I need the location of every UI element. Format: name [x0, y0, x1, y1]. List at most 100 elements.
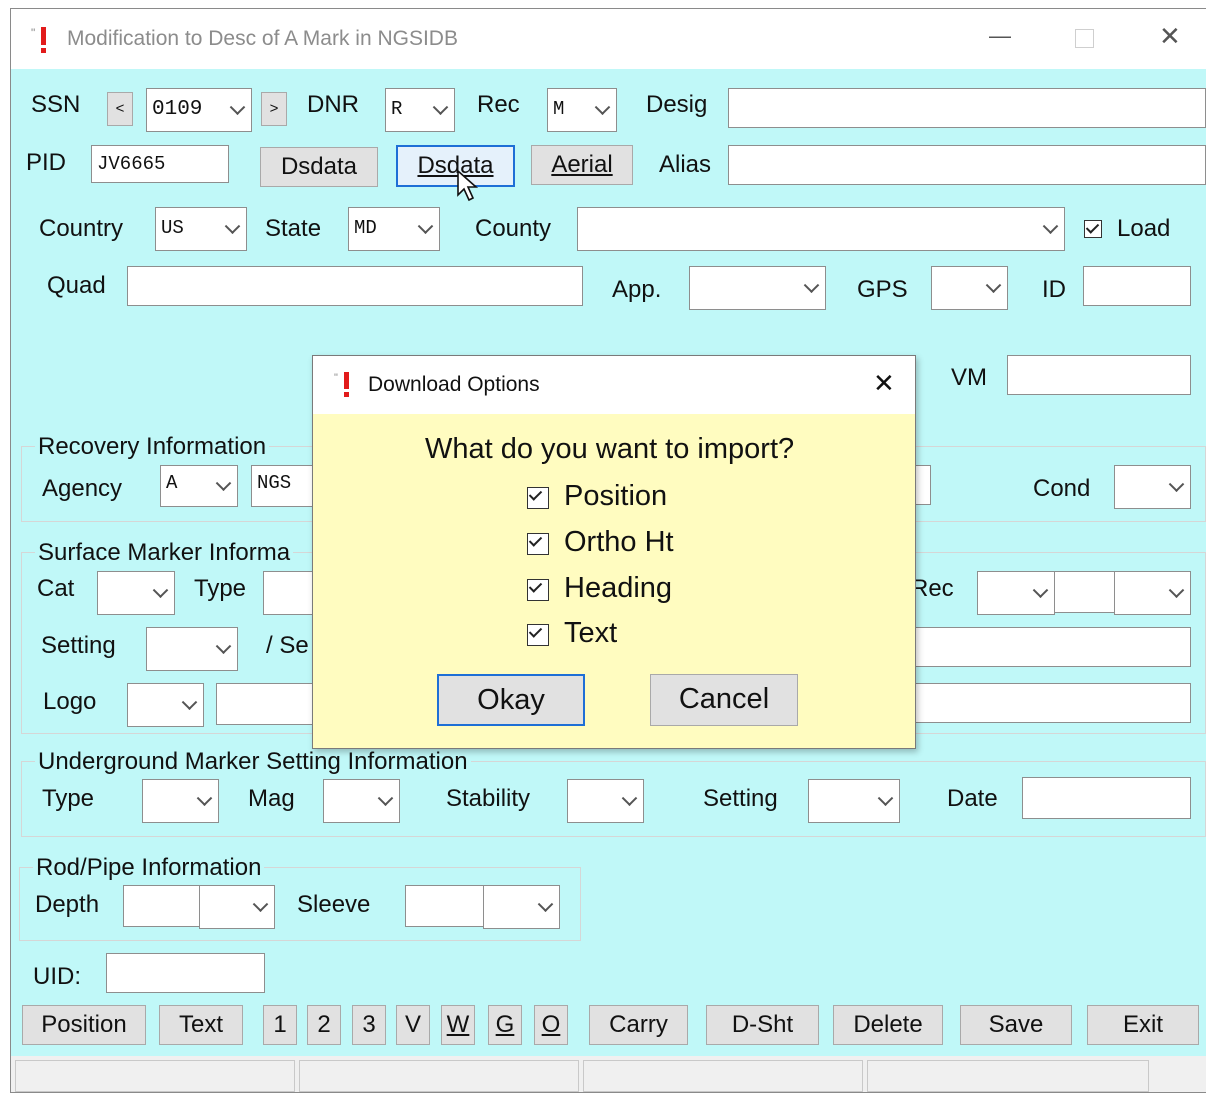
- button-g[interactable]: G: [488, 1005, 522, 1045]
- date-field[interactable]: [1022, 777, 1191, 819]
- ortho-ht-option-label: Ortho Ht: [564, 526, 674, 558]
- setting-select[interactable]: [146, 627, 238, 671]
- maximize-button[interactable]: [1075, 29, 1094, 48]
- vm-field[interactable]: [1007, 355, 1191, 395]
- app-icon: ": [31, 26, 46, 53]
- mag-select[interactable]: [323, 779, 400, 823]
- button-v[interactable]: V: [396, 1005, 430, 1045]
- svg-text:": ": [31, 26, 35, 40]
- cat-select[interactable]: [97, 571, 175, 615]
- quad-label: Quad: [47, 272, 106, 299]
- logo-field[interactable]: [216, 683, 326, 725]
- agency-select[interactable]: A: [160, 465, 238, 507]
- country-label: Country: [39, 215, 124, 242]
- dialog-question: What do you want to import?: [425, 433, 795, 465]
- setting-desc-field[interactable]: [911, 627, 1191, 667]
- quad-field[interactable]: [127, 266, 583, 306]
- stability-label: Stability: [446, 785, 531, 812]
- app-select[interactable]: [689, 266, 826, 310]
- status-bar: [11, 1056, 1206, 1092]
- carry-button[interactable]: Carry: [589, 1005, 688, 1045]
- ssn-select[interactable]: 0109: [146, 88, 252, 132]
- depth-field[interactable]: [123, 885, 201, 927]
- vm-label: VM: [951, 364, 987, 391]
- delete-button[interactable]: Delete: [833, 1005, 943, 1045]
- svg-text:": ": [334, 372, 338, 384]
- id-label: ID: [1042, 276, 1066, 303]
- sleeve-unit-select[interactable]: [483, 885, 560, 929]
- desig-field[interactable]: [728, 88, 1206, 128]
- date-label: Date: [947, 785, 998, 812]
- id-field[interactable]: [1083, 266, 1191, 306]
- county-select[interactable]: [577, 207, 1065, 251]
- rod-group-title: Rod/Pipe Information: [33, 854, 265, 882]
- button-o[interactable]: O: [534, 1005, 568, 1045]
- surface-rec-select[interactable]: [977, 571, 1055, 615]
- app-label: App.: [612, 276, 662, 303]
- title-bar: " Modification to Desc of A Mark in NGSI…: [11, 9, 1206, 69]
- status-panel-3: [583, 1060, 863, 1092]
- uid-field[interactable]: [106, 953, 265, 993]
- desig-label: Desig: [646, 91, 708, 118]
- logo-select[interactable]: [127, 683, 204, 727]
- position-button[interactable]: Position: [22, 1005, 146, 1045]
- alias-field[interactable]: [728, 145, 1206, 185]
- cat-label: Cat: [37, 575, 75, 602]
- cond-select[interactable]: [1114, 465, 1191, 509]
- ug-setting-label: Setting: [703, 785, 778, 812]
- dialog-title: Download Options: [368, 373, 540, 396]
- underground-group-title: Underground Marker Setting Information: [35, 748, 471, 776]
- main-window: " Modification to Desc of A Mark in NGSI…: [10, 8, 1206, 1093]
- button-1[interactable]: 1: [263, 1005, 297, 1045]
- ug-type-select[interactable]: [142, 779, 219, 823]
- rec-label: Rec: [477, 91, 520, 118]
- heading-checkbox[interactable]: [527, 579, 549, 601]
- window-title: Modification to Desc of A Mark in NGSIDB: [67, 27, 458, 50]
- agency-label: Agency: [42, 475, 123, 502]
- sleeve-label: Sleeve: [297, 891, 371, 918]
- okay-button[interactable]: Okay: [437, 674, 585, 726]
- mouse-cursor-icon: [457, 169, 479, 202]
- uid-label: UID:: [33, 963, 81, 990]
- dialog-close-button[interactable]: ✕: [873, 368, 895, 399]
- button-3[interactable]: 3: [352, 1005, 386, 1045]
- pid-field[interactable]: JV6665: [91, 145, 229, 183]
- rec-select[interactable]: M: [547, 88, 617, 132]
- recovery-group-title: Recovery Information: [35, 433, 270, 461]
- button-w[interactable]: W: [441, 1005, 475, 1045]
- cancel-button[interactable]: Cancel: [650, 674, 798, 726]
- sleeve-field[interactable]: [405, 885, 485, 927]
- logo-label: Logo: [43, 688, 97, 715]
- gps-label: GPS: [857, 276, 908, 303]
- button-2[interactable]: 2: [307, 1005, 341, 1045]
- position-option-label: Position: [564, 480, 668, 512]
- ssn-prev-button[interactable]: <: [107, 92, 133, 126]
- ssn-next-button[interactable]: >: [261, 92, 287, 126]
- save-button[interactable]: Save: [960, 1005, 1072, 1045]
- state-select[interactable]: MD: [348, 207, 440, 251]
- load-checkbox[interactable]: [1084, 220, 1102, 238]
- surface-rec-field[interactable]: [1054, 571, 1116, 613]
- d-sht-button[interactable]: D-Sht: [706, 1005, 819, 1045]
- minimize-button[interactable]: —: [989, 23, 1011, 49]
- close-button[interactable]: ✕: [1159, 21, 1181, 52]
- gps-select[interactable]: [931, 266, 1008, 310]
- aerial-button[interactable]: Aerial: [531, 145, 633, 185]
- depth-unit-select[interactable]: [199, 885, 275, 929]
- position-checkbox[interactable]: [527, 487, 549, 509]
- surface-rec-select-2[interactable]: [1114, 571, 1191, 615]
- ug-setting-select[interactable]: [808, 779, 900, 823]
- text-button[interactable]: Text: [159, 1005, 243, 1045]
- stability-select[interactable]: [567, 779, 644, 823]
- exit-button[interactable]: Exit: [1087, 1005, 1199, 1045]
- ortho-ht-checkbox[interactable]: [527, 533, 549, 555]
- text-checkbox[interactable]: [527, 624, 549, 646]
- status-panel-2: [299, 1060, 579, 1092]
- ug-type-label: Type: [42, 785, 95, 812]
- country-select[interactable]: US: [155, 207, 247, 251]
- dsdata-button[interactable]: Dsdata: [260, 147, 378, 187]
- dnr-select[interactable]: R: [385, 88, 455, 132]
- logo-desc-field[interactable]: [911, 683, 1191, 723]
- setting-label: Setting: [41, 632, 116, 659]
- depth-label: Depth: [35, 891, 100, 918]
